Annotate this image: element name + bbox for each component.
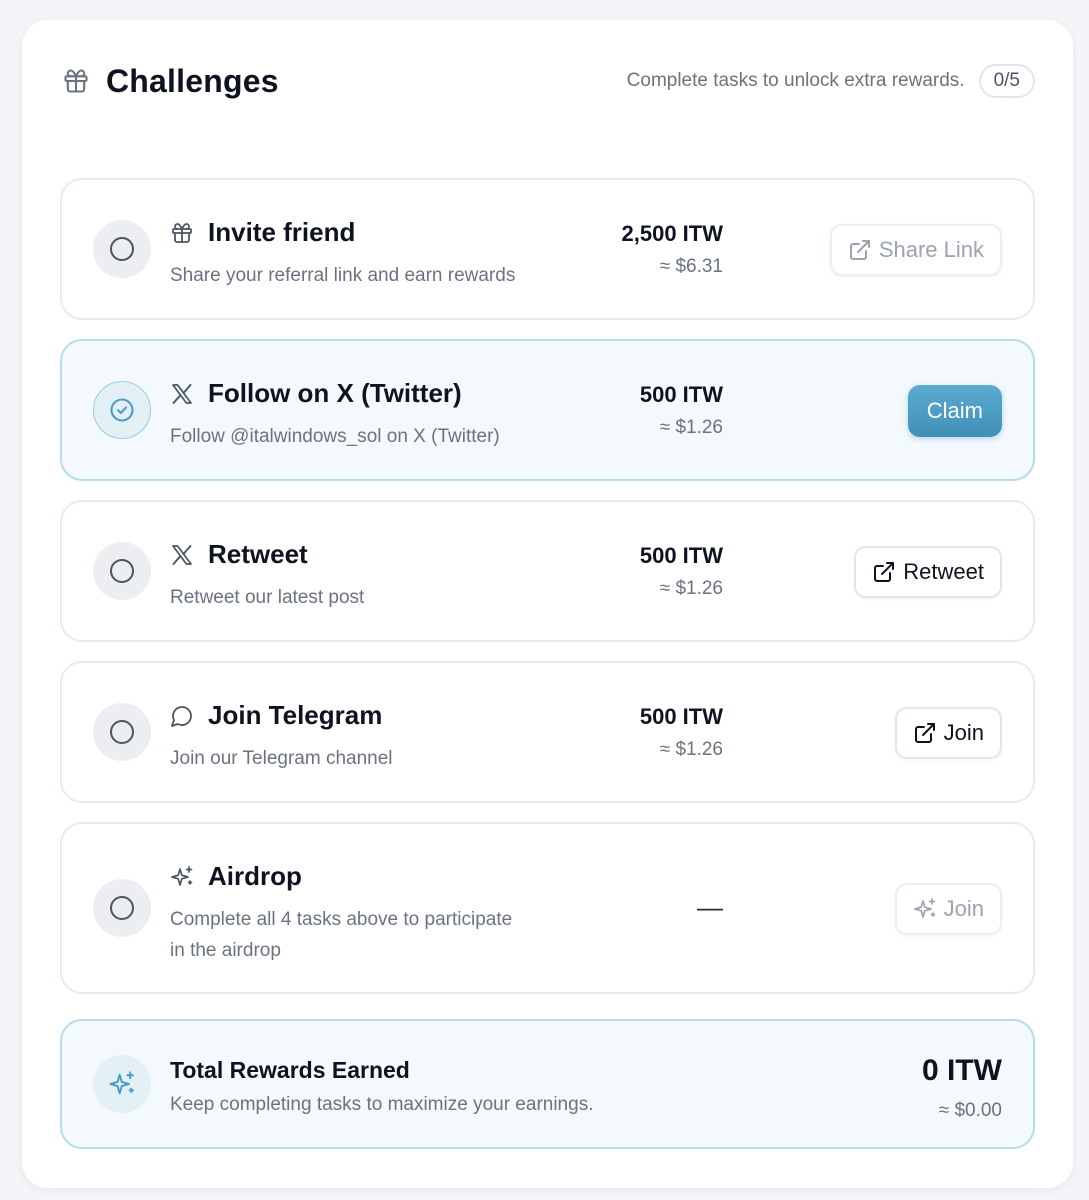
reward-amount: 2,500 ITW xyxy=(621,221,723,246)
task-description-line: Complete all 4 tasks above to participat… xyxy=(170,909,513,930)
task-info: Airdrop Complete all 4 tasks above to pa… xyxy=(170,861,512,966)
card-header: Challenges Complete tasks to unlock extr… xyxy=(62,63,1035,100)
task-join-telegram: Join Telegram Join our Telegram channel … xyxy=(60,661,1035,803)
task-info: Retweet Retweet our latest post xyxy=(170,539,364,613)
task-reward: 2,500 ITW ≈ $6.31 xyxy=(622,221,723,278)
task-status-indicator[interactable] xyxy=(93,381,151,439)
gift-icon xyxy=(62,67,90,95)
task-follow-x: Follow on X (Twitter) Follow @italwindow… xyxy=(60,339,1035,481)
button-label: Join xyxy=(943,896,984,921)
total-rewards-icon-badge xyxy=(93,1055,151,1113)
task-description: Join our Telegram channel xyxy=(170,748,393,769)
task-status-indicator[interactable] xyxy=(93,703,151,761)
join-telegram-button[interactable]: Join xyxy=(894,707,1002,759)
total-rewards-title: Total Rewards Earned xyxy=(170,1057,410,1083)
header-right: Complete tasks to unlock extra rewards. … xyxy=(627,64,1035,98)
task-description: Share your referral link and earn reward… xyxy=(170,265,516,286)
empty-circle-icon xyxy=(110,720,134,744)
reward-usd-value: ≈ $1.26 xyxy=(659,739,723,760)
button-label: Retweet xyxy=(903,559,984,584)
external-link-icon xyxy=(849,240,870,260)
task-reward: 500 ITW ≈ $1.26 xyxy=(640,543,723,600)
task-description-line: in the airdrop xyxy=(170,940,281,961)
reward-amount: 500 ITW xyxy=(639,704,723,729)
progress-badge: 0/5 xyxy=(978,64,1035,98)
header-left: Challenges xyxy=(62,63,279,100)
empty-circle-icon xyxy=(110,896,134,920)
external-link-icon xyxy=(914,723,935,743)
total-rewards-panel: Total Rewards Earned Keep completing tas… xyxy=(60,1019,1035,1149)
sparkles-icon xyxy=(109,1071,135,1095)
task-airdrop: Airdrop Complete all 4 tasks above to pa… xyxy=(60,822,1035,994)
task-reward: 500 ITW ≈ $1.26 xyxy=(640,704,723,761)
button-label: Join xyxy=(943,720,984,745)
empty-circle-icon xyxy=(110,237,134,261)
reward-amount: 500 ITW xyxy=(639,382,723,407)
task-status-indicator[interactable] xyxy=(93,220,151,278)
reward-usd-value: ≈ $6.31 xyxy=(659,256,723,277)
share-link-button[interactable]: Share Link xyxy=(829,224,1002,276)
task-title: Retweet xyxy=(208,539,308,569)
task-title-row: Retweet xyxy=(170,539,364,570)
sparkles-icon xyxy=(170,865,194,889)
task-reward: 500 ITW ≈ $1.26 xyxy=(640,382,723,439)
button-label: Share Link xyxy=(878,237,984,262)
task-title-row: Invite friend xyxy=(170,217,515,248)
task-invite-friend: Invite friend Share your referral link a… xyxy=(60,178,1035,320)
retweet-button[interactable]: Retweet xyxy=(854,546,1002,598)
chat-bubble-icon xyxy=(170,704,194,728)
page-title: Challenges xyxy=(106,62,279,99)
task-info: Invite friend Share your referral link a… xyxy=(170,217,515,291)
task-description: Complete all 4 tasks above to participat… xyxy=(170,904,512,966)
reward-usd-value: ≈ $1.26 xyxy=(659,578,723,599)
total-rewards-description: Keep completing tasks to maximize your e… xyxy=(170,1094,594,1115)
task-title: Airdrop xyxy=(208,861,302,891)
task-title-row: Join Telegram xyxy=(170,700,393,731)
empty-circle-icon xyxy=(110,559,134,583)
task-title: Invite friend xyxy=(208,217,356,247)
task-title-row: Follow on X (Twitter) xyxy=(170,378,500,409)
reward-amount: — xyxy=(697,892,723,922)
x-logo-icon xyxy=(170,382,194,406)
total-rewards-value: 0 ITW ≈ $0.00 xyxy=(922,1054,1002,1122)
task-info: Join Telegram Join our Telegram channel xyxy=(170,700,393,774)
claim-button[interactable]: Claim xyxy=(907,385,1002,437)
total-amount: 0 ITW xyxy=(922,1054,1002,1087)
gift-icon xyxy=(170,221,194,245)
task-description: Retweet our latest post xyxy=(170,587,365,608)
header-subtitle: Complete tasks to unlock extra rewards. xyxy=(626,70,965,91)
total-rewards-info: Total Rewards Earned Keep completing tas… xyxy=(170,1057,593,1116)
external-link-icon xyxy=(874,562,895,582)
check-circle-icon xyxy=(110,398,134,422)
join-airdrop-button[interactable]: Join xyxy=(894,883,1002,935)
total-usd-value: ≈ $0.00 xyxy=(938,1100,1002,1121)
task-status-indicator[interactable] xyxy=(93,542,151,600)
button-label: Claim xyxy=(926,398,983,423)
task-title: Join Telegram xyxy=(208,700,383,730)
reward-amount: 500 ITW xyxy=(639,543,723,568)
task-reward: — xyxy=(697,892,723,923)
task-info: Follow on X (Twitter) Follow @italwindow… xyxy=(170,378,500,452)
task-title-row: Airdrop xyxy=(170,861,512,892)
task-retweet: Retweet Retweet our latest post 500 ITW … xyxy=(60,500,1035,642)
task-title: Follow on X (Twitter) xyxy=(208,378,462,408)
task-description: Follow @italwindows_sol on X (Twitter) xyxy=(170,426,500,447)
challenges-card: Challenges Complete tasks to unlock extr… xyxy=(22,20,1073,1188)
task-status-indicator[interactable] xyxy=(93,879,151,937)
sparkles-icon xyxy=(913,898,935,918)
x-logo-icon xyxy=(170,543,194,567)
reward-usd-value: ≈ $1.26 xyxy=(659,417,723,438)
